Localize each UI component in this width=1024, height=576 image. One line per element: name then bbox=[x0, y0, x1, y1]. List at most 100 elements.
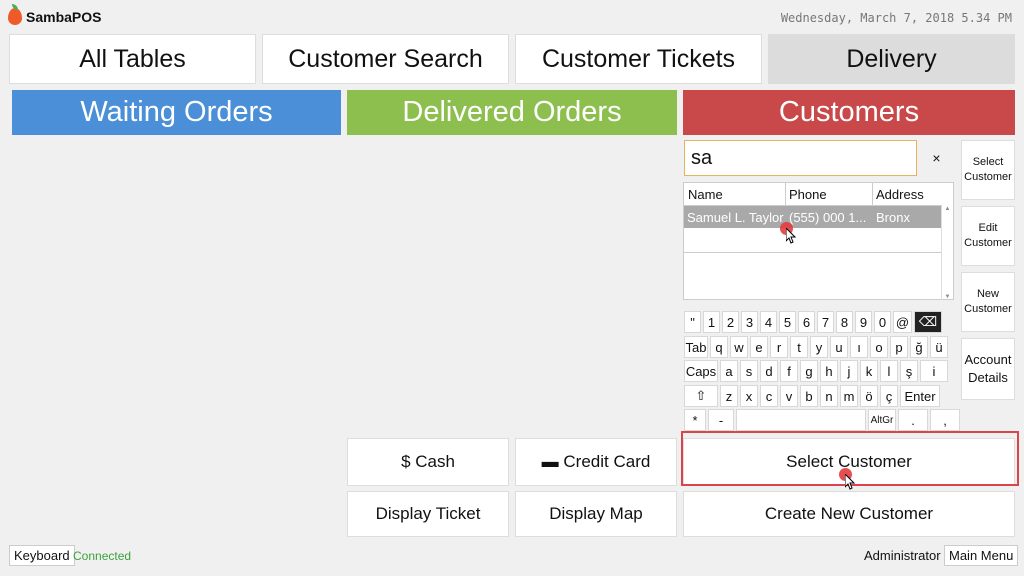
credit-card-button[interactable]: ▬ Credit Card bbox=[515, 438, 677, 486]
account-details-button[interactable]: Account Details bbox=[961, 338, 1015, 400]
app-name: SambaPOS bbox=[26, 8, 102, 25]
key[interactable]: s bbox=[740, 360, 758, 382]
keyboard-row: ⇧ z x c v b n m ö ç Enter bbox=[684, 385, 940, 407]
column-divider bbox=[872, 183, 873, 206]
clear-search-button[interactable]: × bbox=[920, 140, 953, 176]
current-user: Administrator bbox=[864, 548, 941, 563]
tab-all-tables[interactable]: All Tables bbox=[9, 34, 256, 84]
key[interactable]: i bbox=[920, 360, 948, 382]
scrollbar[interactable]: ▲ ▼ bbox=[941, 206, 953, 300]
key[interactable]: y bbox=[810, 336, 828, 358]
column-phone[interactable]: Phone bbox=[789, 187, 827, 202]
key[interactable]: l bbox=[880, 360, 898, 382]
key[interactable]: w bbox=[730, 336, 748, 358]
key[interactable]: 9 bbox=[855, 311, 872, 333]
key[interactable]: u bbox=[830, 336, 848, 358]
backspace-key-icon[interactable]: ⌫ bbox=[914, 311, 942, 333]
display-map-button[interactable]: Display Map bbox=[515, 491, 677, 537]
key[interactable]: e bbox=[750, 336, 768, 358]
customer-search-input[interactable]: sa bbox=[684, 140, 917, 176]
key[interactable]: ö bbox=[860, 385, 878, 407]
on-screen-keyboard: " 1 2 3 4 5 6 7 8 9 0 @ ⌫ Tab q w e r t y u ı o p ğ ü Caps a s d f g h… bbox=[683, 308, 960, 432]
keyboard-button[interactable]: Keyboard bbox=[9, 545, 75, 566]
customer-list-header: Name Phone Address bbox=[684, 183, 942, 206]
key[interactable]: x bbox=[740, 385, 758, 407]
waiting-orders-header[interactable]: Waiting Orders bbox=[12, 90, 341, 135]
customer-address: Bronx bbox=[876, 210, 910, 225]
scroll-up-icon[interactable]: ▲ bbox=[942, 206, 953, 212]
key[interactable]: AltGr bbox=[868, 409, 896, 431]
customer-phone: (555) 000 1... bbox=[789, 210, 867, 225]
key[interactable]: . bbox=[898, 409, 928, 431]
column-divider bbox=[785, 183, 786, 206]
key[interactable]: d bbox=[760, 360, 778, 382]
key[interactable]: - bbox=[708, 409, 734, 431]
main-menu-button[interactable]: Main Menu bbox=[944, 545, 1019, 566]
tab-delivery[interactable]: Delivery bbox=[768, 34, 1015, 84]
key[interactable]: 4 bbox=[760, 311, 777, 333]
key[interactable]: p bbox=[890, 336, 908, 358]
key[interactable]: o bbox=[870, 336, 888, 358]
key[interactable]: * bbox=[684, 409, 706, 431]
mouse-cursor-icon bbox=[780, 222, 798, 244]
key[interactable]: r bbox=[770, 336, 788, 358]
key[interactable]: ı bbox=[850, 336, 868, 358]
empty-row bbox=[684, 228, 941, 253]
tab-customer-search[interactable]: Customer Search bbox=[262, 34, 509, 84]
key[interactable]: h bbox=[820, 360, 838, 382]
key[interactable]: Caps bbox=[684, 360, 718, 382]
key[interactable]: 1 bbox=[703, 311, 720, 333]
key[interactable]: q bbox=[710, 336, 728, 358]
key[interactable]: ⇧ bbox=[684, 385, 718, 407]
keyboard-row: " 1 2 3 4 5 6 7 8 9 0 @ ⌫ bbox=[684, 311, 942, 333]
key[interactable]: k bbox=[860, 360, 878, 382]
column-address[interactable]: Address bbox=[876, 187, 924, 202]
key[interactable]: f bbox=[780, 360, 798, 382]
key[interactable]: 8 bbox=[836, 311, 853, 333]
connection-status: Connected bbox=[73, 549, 132, 563]
key[interactable]: ğ bbox=[910, 336, 928, 358]
key[interactable]: ş bbox=[900, 360, 918, 382]
key[interactable]: b bbox=[800, 385, 818, 407]
customer-name: Samuel L. Taylor bbox=[687, 210, 784, 225]
tab-customer-tickets[interactable]: Customer Tickets bbox=[515, 34, 762, 84]
key[interactable]: Enter bbox=[900, 385, 940, 407]
edit-customer-button[interactable]: Edit Customer bbox=[961, 206, 1015, 266]
key[interactable]: m bbox=[840, 385, 858, 407]
key[interactable]: v bbox=[780, 385, 798, 407]
key[interactable]: 3 bbox=[741, 311, 758, 333]
key[interactable]: 0 bbox=[874, 311, 891, 333]
key[interactable]: 7 bbox=[817, 311, 834, 333]
mouse-cursor-icon bbox=[839, 468, 857, 490]
key[interactable]: Tab bbox=[684, 336, 708, 358]
key[interactable] bbox=[736, 409, 866, 431]
column-name[interactable]: Name bbox=[688, 187, 723, 202]
key[interactable]: 6 bbox=[798, 311, 815, 333]
key[interactable]: z bbox=[720, 385, 738, 407]
key[interactable]: ç bbox=[880, 385, 898, 407]
new-customer-button[interactable]: New Customer bbox=[961, 272, 1015, 332]
key[interactable]: ü bbox=[930, 336, 948, 358]
key[interactable]: n bbox=[820, 385, 838, 407]
key[interactable]: " bbox=[684, 311, 701, 333]
select-customer-side-button[interactable]: Select Customer bbox=[961, 140, 1015, 200]
logo-icon bbox=[8, 4, 22, 25]
create-new-customer-button[interactable]: Create New Customer bbox=[683, 491, 1015, 537]
key[interactable]: t bbox=[790, 336, 808, 358]
delivered-orders-header[interactable]: Delivered Orders bbox=[347, 90, 677, 135]
keyboard-row: Caps a s d f g h j k l ş i bbox=[684, 360, 948, 382]
key[interactable]: 5 bbox=[779, 311, 796, 333]
cash-button[interactable]: $ Cash bbox=[347, 438, 509, 486]
scroll-down-icon[interactable]: ▼ bbox=[942, 294, 953, 300]
key[interactable]: , bbox=[930, 409, 960, 431]
customer-row-selected[interactable]: Samuel L. Taylor (555) 000 1... Bronx bbox=[684, 206, 941, 228]
key[interactable]: 2 bbox=[722, 311, 739, 333]
sambapos-logo: SambaPOS bbox=[8, 4, 102, 25]
key[interactable]: @ bbox=[893, 311, 912, 333]
key[interactable]: c bbox=[760, 385, 778, 407]
key[interactable]: a bbox=[720, 360, 738, 382]
display-ticket-button[interactable]: Display Ticket bbox=[347, 491, 509, 537]
key[interactable]: g bbox=[800, 360, 818, 382]
customers-header[interactable]: Customers bbox=[683, 90, 1015, 135]
key[interactable]: j bbox=[840, 360, 858, 382]
